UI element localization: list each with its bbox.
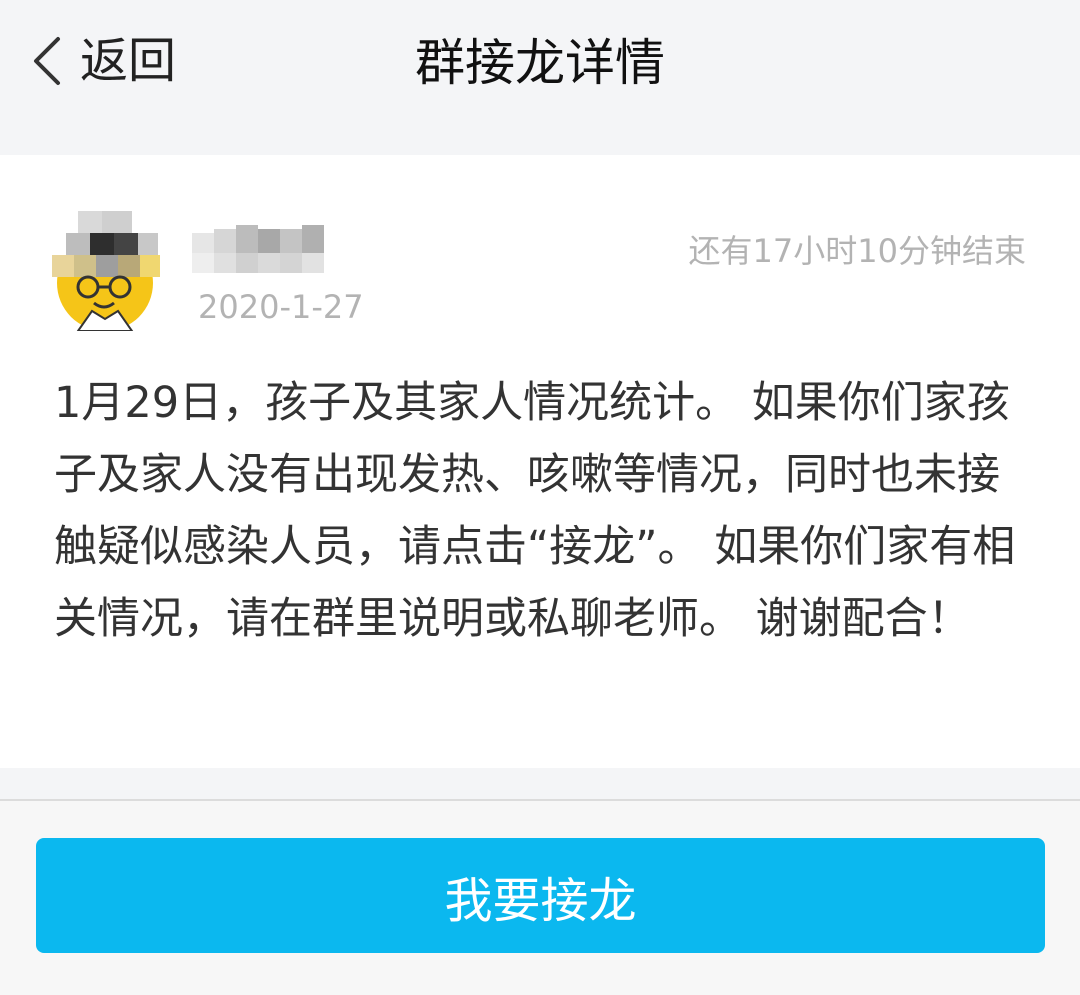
time-remaining: 还有17小时10分钟结束 [688, 232, 1026, 270]
username-blurred [192, 225, 324, 273]
join-button[interactable]: 我要接龙 [36, 838, 1045, 953]
page-title: 群接龙详情 [415, 34, 665, 92]
footer-bar: 我要接龙 [0, 801, 1080, 995]
user-avatar[interactable] [48, 207, 162, 331]
post-card: 2020-1-27 还有17小时10分钟结束 1月29日，孩子及其家人情况统计。… [0, 155, 1080, 768]
post-date: 2020-1-27 [198, 288, 364, 326]
header-bar: 返回 群接龙详情 [0, 0, 1080, 155]
post-content: 1月29日，孩子及其家人情况统计。 如果你们家孩子及家人没有出现发热、咳嗽等情况… [54, 378, 1016, 644]
